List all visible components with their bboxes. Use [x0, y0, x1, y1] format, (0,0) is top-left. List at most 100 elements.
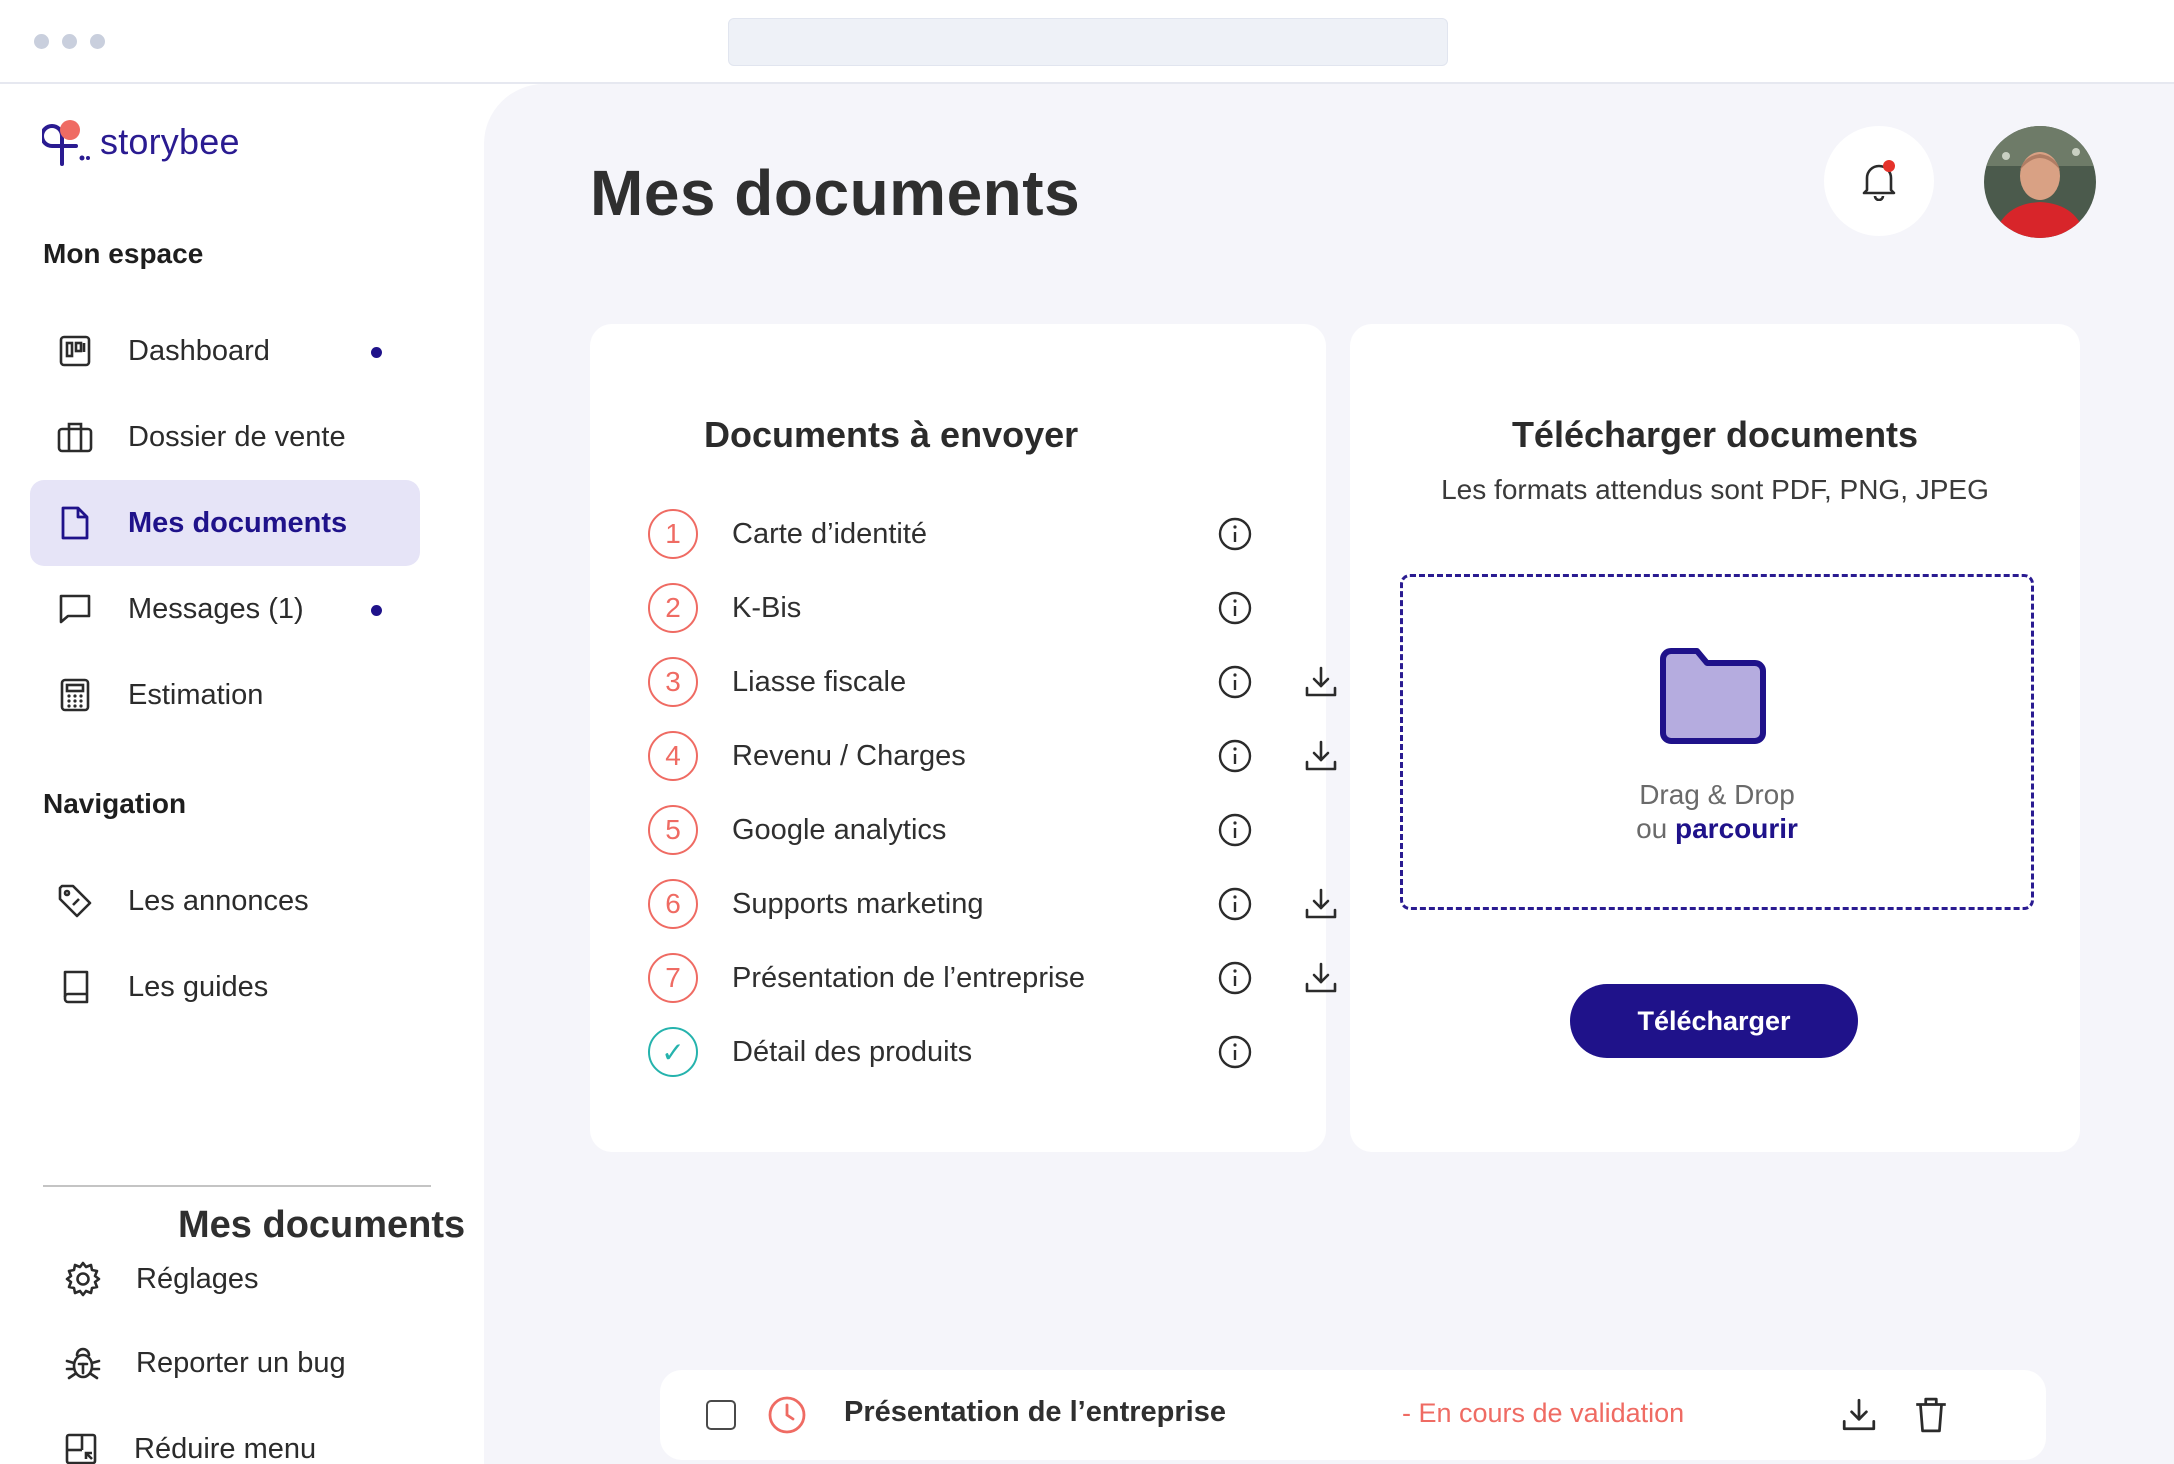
- main-content: Mes documents Documents à envoyer 1 Cart…: [178, 84, 2174, 1464]
- status-text: - En cours de validation: [1402, 1398, 1685, 1428]
- browser-chrome: [0, 0, 2174, 84]
- step-number-badge: 3: [648, 657, 698, 707]
- sidebar-item-label: Réduire menu: [134, 1432, 317, 1464]
- notification-dot: [371, 605, 382, 616]
- document-label: Google analytics: [732, 813, 947, 846]
- sidebar-item-messages[interactable]: Messages (1): [30, 566, 420, 652]
- info-icon[interactable]: [1216, 1033, 1254, 1071]
- sidebar-item-les-guides[interactable]: Les guides: [30, 944, 420, 1030]
- row-checkbox[interactable]: [706, 1400, 736, 1430]
- tag-icon: [55, 881, 95, 921]
- collapse-menu-icon: [61, 1429, 101, 1464]
- or-text: ou: [1636, 813, 1675, 844]
- list-item: 2 K-Bis: [648, 579, 1288, 637]
- address-bar[interactable]: [728, 18, 1448, 66]
- briefcase-icon: [55, 417, 95, 457]
- window-dot: [90, 34, 105, 49]
- download-icon[interactable]: [1302, 885, 1340, 923]
- sidebar-item-label: Estimation: [128, 678, 264, 711]
- logo[interactable]: storybee: [42, 114, 240, 170]
- document-label: Présentation de l’entreprise: [732, 961, 1086, 994]
- step-number-badge: 2: [648, 583, 698, 633]
- completed-check-badge: ✓: [648, 1027, 698, 1077]
- card-title: Documents à envoyer: [704, 414, 1079, 455]
- list-item: 3 Liasse fiscale: [648, 653, 1337, 711]
- sidebar-item-label: Reporter un bug: [136, 1346, 346, 1379]
- sidebar-item-reporter-bug[interactable]: Reporter un bug: [38, 1320, 428, 1406]
- sidebar-item-les-annonces[interactable]: Les annonces: [30, 858, 420, 944]
- download-icon[interactable]: [1302, 737, 1340, 775]
- info-icon[interactable]: [1216, 885, 1254, 923]
- brand-name: storybee: [100, 121, 240, 162]
- sidebar-item-reglages[interactable]: Réglages: [38, 1236, 428, 1322]
- table-row[interactable]: Présentation de l’entreprise - En cours …: [660, 1370, 2046, 1460]
- card-title: Télécharger documents: [1511, 414, 1919, 455]
- browse-line: ou parcourir: [1403, 813, 2031, 845]
- list-item: 6 Supports marketing: [648, 875, 1337, 933]
- list-item: 5 Google analytics: [648, 801, 1288, 859]
- list-item: 1 Carte d’identité: [648, 505, 1288, 563]
- dashboard-icon: [55, 331, 95, 371]
- list-item: 4 Revenu / Charges: [648, 727, 1337, 785]
- list-item: 7 Présentation de l’entreprise: [648, 949, 1337, 1007]
- document-label: Carte d’identité: [732, 517, 928, 550]
- storybee-logo-icon: [42, 120, 90, 166]
- sidebar-item-reduire-menu[interactable]: Réduire menu: [36, 1406, 426, 1464]
- file-name: Présentation de l’entreprise: [844, 1396, 1226, 1428]
- book-icon: [55, 967, 95, 1007]
- step-number-badge: 4: [648, 731, 698, 781]
- avatar[interactable]: [1984, 126, 2096, 238]
- download-icon[interactable]: [1302, 959, 1340, 997]
- documents-to-send-card: Documents à envoyer 1 Carte d’identité 2…: [590, 324, 1337, 1152]
- sidebar-item-label: Les annonces: [128, 884, 309, 917]
- sidebar: storybee Mon espace Dashboard Dossier de…: [0, 84, 484, 1464]
- page-title: Mes documents: [590, 157, 1081, 229]
- info-icon[interactable]: [1216, 515, 1254, 553]
- sidebar-item-label: Mes documents: [128, 506, 348, 539]
- info-icon[interactable]: [1216, 589, 1254, 627]
- list-item: ✓ Détail des produits: [648, 1023, 1288, 1081]
- download-icon[interactable]: [1838, 1394, 1880, 1436]
- section-title-mes-documents: Mes documents: [178, 1204, 466, 1246]
- trash-icon[interactable]: [1910, 1394, 1952, 1436]
- window-dot: [34, 34, 49, 49]
- info-icon[interactable]: [1216, 959, 1254, 997]
- step-number-badge: 5: [648, 805, 698, 855]
- sidebar-item-label: Les guides: [128, 970, 269, 1003]
- document-label: K-Bis: [732, 591, 802, 624]
- sidebar-divider: [43, 1185, 431, 1187]
- document-label: Détail des produits: [732, 1035, 973, 1068]
- drag-drop-text: Drag & Drop: [1639, 779, 1795, 810]
- upload-button[interactable]: Télécharger: [1570, 984, 1858, 1058]
- download-icon[interactable]: [1302, 663, 1340, 701]
- drop-zone[interactable]: Drag & Drop ou parcourir: [1400, 574, 2034, 910]
- sidebar-item-dossier-de-vente[interactable]: Dossier de vente: [30, 394, 420, 480]
- folder-icon: [1660, 648, 1766, 744]
- section-title-mon-espace: Mon espace: [43, 238, 204, 269]
- upload-card: Télécharger documents Les formats attend…: [1350, 324, 2080, 1152]
- sidebar-item-label: Réglages: [136, 1262, 259, 1295]
- message-icon: [55, 589, 95, 629]
- window-dot: [62, 34, 77, 49]
- notification-badge: [1883, 160, 1895, 172]
- calculator-icon: [55, 675, 95, 715]
- sidebar-item-estimation[interactable]: Estimation: [30, 652, 420, 738]
- sidebar-item-mes-documents[interactable]: Mes documents: [30, 480, 420, 566]
- document-label: Supports marketing: [732, 887, 984, 920]
- info-icon[interactable]: [1216, 737, 1254, 775]
- step-number-badge: 1: [648, 509, 698, 559]
- document-label: Revenu / Charges: [732, 739, 966, 772]
- info-icon[interactable]: [1216, 663, 1254, 701]
- sidebar-item-label: Messages (1): [128, 592, 304, 625]
- bug-icon: [63, 1343, 103, 1383]
- document-label: Liasse fiscale: [732, 665, 907, 698]
- sidebar-item-dashboard[interactable]: Dashboard: [30, 308, 420, 394]
- document-icon: [55, 503, 95, 543]
- notification-dot: [371, 347, 382, 358]
- step-number-badge: 6: [648, 879, 698, 929]
- gear-icon: [63, 1259, 103, 1299]
- clock-icon: [768, 1396, 806, 1434]
- browse-link[interactable]: parcourir: [1675, 813, 1798, 844]
- notifications-button[interactable]: [1824, 126, 1934, 236]
- info-icon[interactable]: [1216, 811, 1254, 849]
